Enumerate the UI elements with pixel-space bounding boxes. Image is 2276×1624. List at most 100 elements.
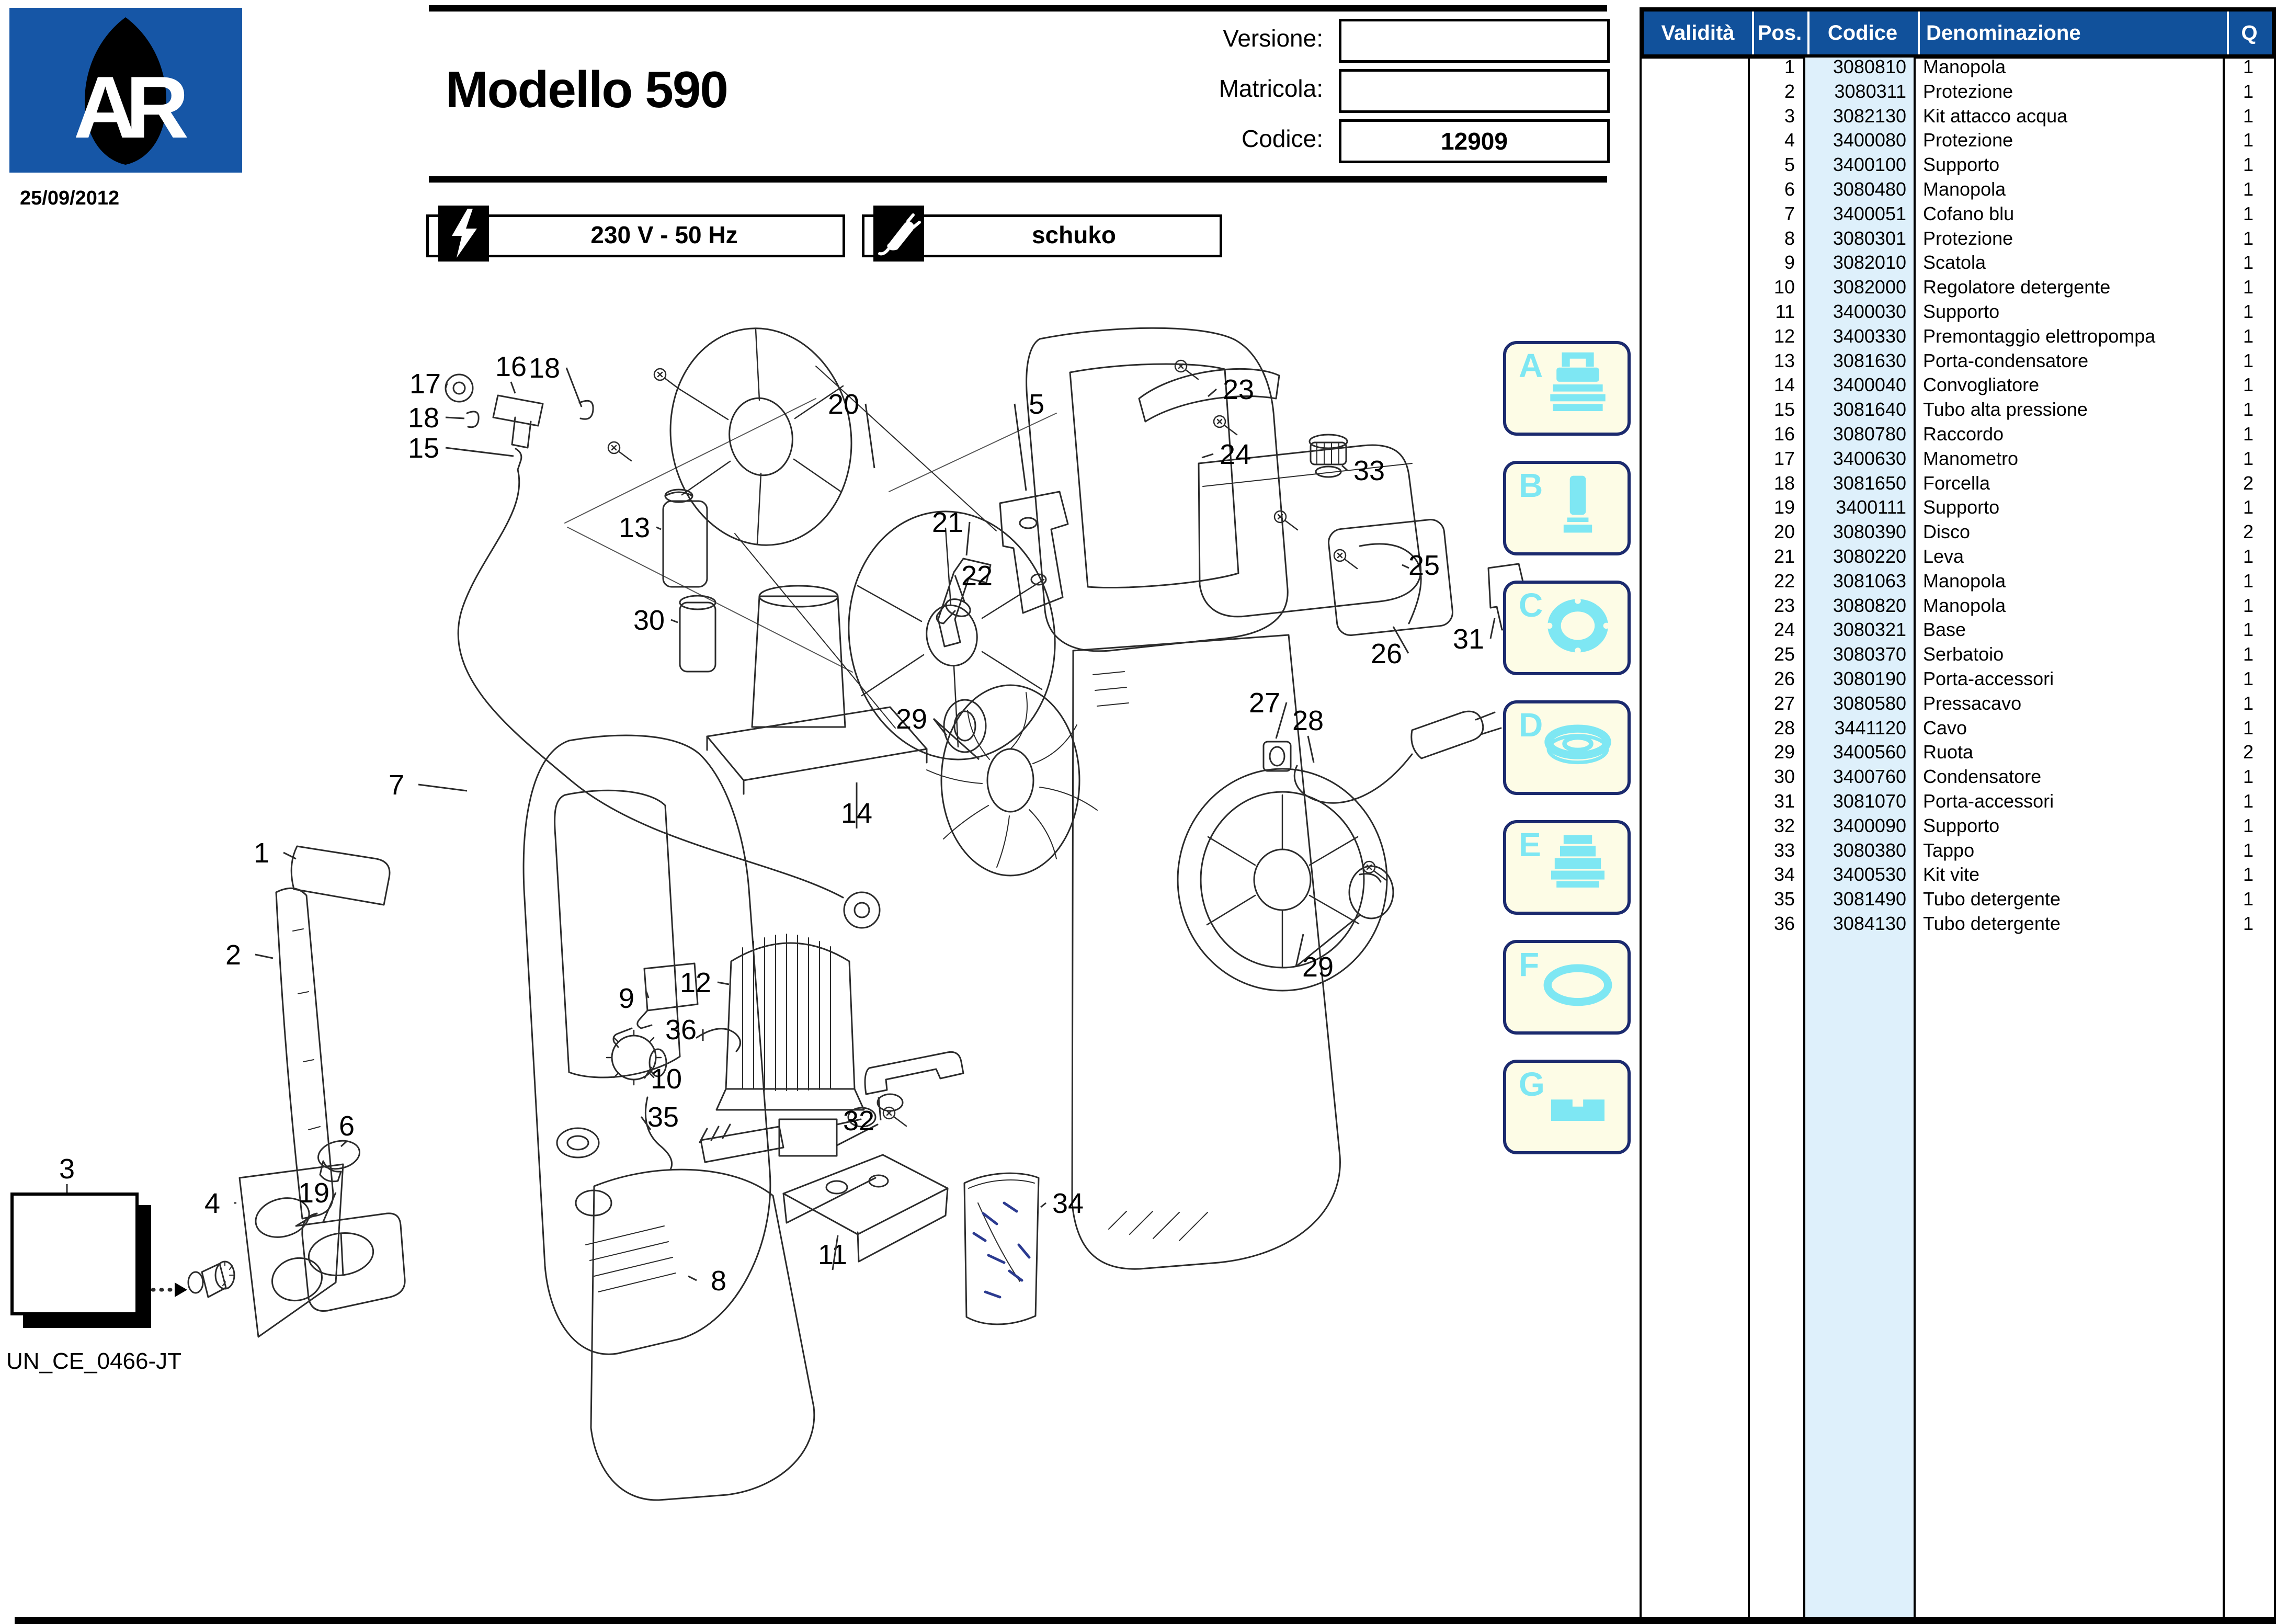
part-callout: 5	[1029, 389, 1044, 420]
part-callout: 6	[339, 1110, 355, 1142]
cell-pos: 17	[1737, 446, 1795, 471]
col-q: Q	[2227, 12, 2272, 54]
cell-codice: 3080580	[1812, 691, 1906, 716]
callout-leader	[446, 448, 514, 456]
cell-pos: 27	[1737, 691, 1795, 716]
cell-den: Supporto	[1923, 495, 2216, 519]
cell-pos: 8	[1737, 226, 1795, 251]
table-row: 293400560Ruota2	[1640, 740, 2276, 764]
cell-q: 1	[2223, 617, 2274, 642]
cell-codice: 3082010	[1812, 250, 1906, 275]
part-callout: 27	[1249, 687, 1280, 719]
cell-pos: 28	[1737, 716, 1795, 740]
table-body: 13080810Manopola123080311Protezione13308…	[1640, 58, 2276, 1617]
callout-leader	[966, 522, 970, 555]
legend-box-f: F	[1503, 940, 1631, 1035]
callout-leader	[671, 620, 678, 622]
matricola-label: Matricola:	[1098, 67, 1323, 109]
cell-pos: 31	[1737, 789, 1795, 813]
bottom-rule	[15, 1617, 2276, 1624]
cell-den: Leva	[1923, 544, 2216, 569]
part-callout: 8	[711, 1265, 726, 1297]
table-row: 163080780Raccordo1	[1640, 422, 2276, 446]
table-row: 83080301Protezione1	[1640, 226, 2276, 251]
parts-catalog-page: 1716181815133020521222324332526312728291…	[0, 0, 2276, 1624]
cell-codice: 3081640	[1812, 397, 1906, 422]
cell-pos: 5	[1737, 152, 1795, 177]
cell-q: 1	[2223, 226, 2274, 251]
table-row: 343400530Kit vite1	[1640, 862, 2276, 887]
versione-input[interactable]	[1339, 19, 1610, 63]
cell-den: Kit vite	[1923, 862, 2216, 887]
cell-pos: 32	[1737, 813, 1795, 838]
legend-box-c: C	[1503, 581, 1631, 675]
part-callout: 29	[1302, 951, 1334, 983]
cell-den: Regolatore detergente	[1923, 275, 2216, 299]
cell-q: 1	[2223, 838, 2274, 862]
cell-codice: 3081070	[1812, 789, 1906, 813]
part-callout: 25	[1408, 550, 1440, 581]
cell-codice: 3400100	[1812, 152, 1906, 177]
table-row: 183081650Forcella2	[1640, 471, 2276, 495]
cell-pos: 3	[1737, 104, 1795, 128]
cell-q: 1	[2223, 716, 2274, 740]
table-row: 73400051Cofano blu1	[1640, 201, 2276, 226]
part-callout: 28	[1292, 705, 1324, 736]
table-row: 353081490Tubo detergente1	[1640, 887, 2276, 911]
cell-den: Disco	[1923, 519, 2216, 544]
table-row: 133081630Porta-condensatore1	[1640, 348, 2276, 373]
condenser-icon	[1533, 468, 1622, 549]
legend-box-d: D	[1503, 700, 1631, 795]
cell-pos: 15	[1737, 397, 1795, 422]
callout-leader	[1490, 618, 1495, 639]
table-row: 15 3081640 Tubo alta pressione 1	[1640, 397, 2276, 422]
part-callout: 23	[1223, 374, 1254, 405]
cell-q: 1	[2223, 397, 2274, 422]
cell-codice: 3082130	[1812, 104, 1906, 128]
cell-den: Cavo	[1923, 716, 2216, 740]
table-row: 93082010Scatola1	[1640, 250, 2276, 275]
cell-den: Supporto	[1923, 299, 2216, 324]
cell-pos: 20	[1737, 519, 1795, 544]
lightning-icon	[438, 206, 489, 262]
cell-codice: 3080301	[1812, 226, 1906, 251]
table-row: 243080321Base1	[1640, 617, 2276, 642]
part-callout: 4	[204, 1188, 220, 1219]
brand-logo: AR	[9, 8, 242, 173]
cell-codice: 3400630	[1812, 446, 1906, 471]
kit-inset-box	[10, 1193, 139, 1315]
matricola-input[interactable]	[1339, 69, 1610, 113]
part-callout: 12	[680, 967, 711, 998]
cell-q: 1	[2223, 275, 2274, 299]
cell-pos: 12	[1737, 324, 1795, 348]
callout-leader	[1208, 389, 1216, 396]
cell-codice: 3080220	[1812, 544, 1906, 569]
part-callout: 22	[961, 560, 993, 592]
cell-pos: 36	[1737, 911, 1795, 936]
table-row: 63080480Manopola1	[1640, 177, 2276, 201]
part-callout: 16	[495, 351, 527, 382]
cell-q: 1	[2223, 104, 2274, 128]
callout-leader	[1342, 465, 1347, 470]
cell-pos: 33	[1737, 838, 1795, 862]
cell-q: 1	[2223, 201, 2274, 226]
cell-den: Tubo alta pressione	[1923, 397, 2216, 422]
cell-pos: 23	[1737, 593, 1795, 618]
table-row: 143400040Convogliatore1	[1640, 372, 2276, 397]
flange-icon	[1533, 588, 1622, 669]
codice-input[interactable]	[1339, 119, 1610, 163]
cell-den: Premontaggio elettropompa	[1923, 324, 2216, 348]
cell-q: 1	[2223, 544, 2274, 569]
table-row: 173400630Manometro1	[1640, 446, 2276, 471]
callout-leader	[341, 1141, 347, 1146]
table-row: 123400330Premontaggio elettropompa1	[1640, 324, 2276, 348]
cell-den: Supporto	[1923, 152, 2216, 177]
cell-den: Forcella	[1923, 471, 2216, 495]
cell-q: 2	[2223, 740, 2274, 764]
cell-codice: 3400111	[1812, 495, 1906, 519]
cell-codice: 3081650	[1812, 471, 1906, 495]
callout-leader	[446, 417, 464, 418]
cell-den: Base	[1923, 617, 2216, 642]
part-callout: 26	[1371, 638, 1402, 669]
part-callout: 21	[932, 507, 963, 538]
